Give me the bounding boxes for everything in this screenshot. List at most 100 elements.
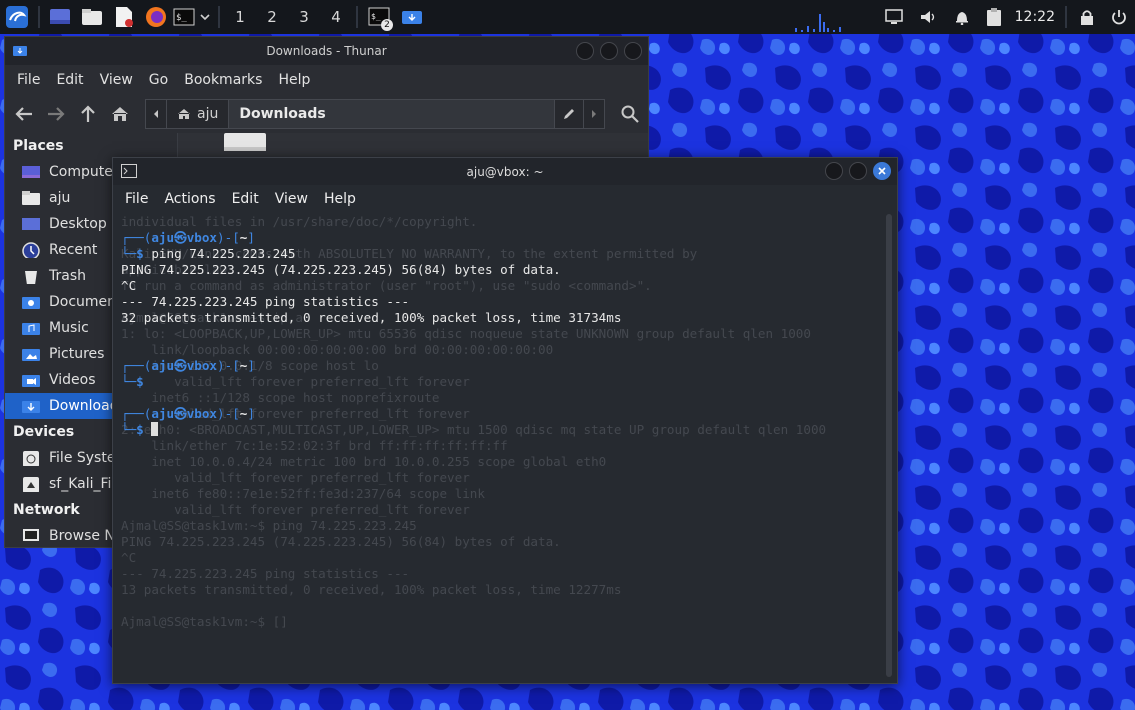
path-scroll-right[interactable]: [584, 100, 604, 128]
menu-bookmarks[interactable]: Bookmarks: [184, 72, 262, 88]
ghost-line: ^C: [121, 550, 137, 565]
terminal-icon: [121, 164, 137, 178]
menu-actions[interactable]: Actions: [164, 191, 215, 207]
terminal-launcher-dropdown[interactable]: [196, 0, 214, 34]
downloads-folder-icon: [13, 46, 27, 56]
logout-button[interactable]: [1103, 0, 1135, 34]
firefox-icon: [146, 7, 166, 27]
output-line: ^C: [121, 278, 137, 293]
up-button[interactable]: [75, 99, 101, 129]
output-line: --- 74.225.223.245 ping statistics ---: [121, 294, 410, 309]
terminal-titlebar[interactable]: aju@vbox: ~: [113, 158, 897, 185]
prompt-user: aju: [151, 406, 175, 421]
terminal-menubar: File Actions Edit View Help: [113, 185, 897, 213]
path-segment-home[interactable]: aju: [167, 100, 230, 128]
file-manager-launcher[interactable]: [76, 0, 108, 34]
volume-button[interactable]: [911, 0, 945, 34]
menu-view[interactable]: View: [100, 72, 133, 88]
desktop-icon: [22, 218, 40, 230]
edit-location-button[interactable]: [554, 100, 584, 128]
path-segment-label: Downloads: [239, 106, 326, 122]
workspace-3[interactable]: 3: [288, 0, 320, 34]
clipboard-button[interactable]: [979, 0, 1009, 34]
ghost-line: PING 74.225.223.245 (74.225.223.245) 56(…: [121, 534, 561, 549]
menu-edit[interactable]: Edit: [56, 72, 83, 88]
files-icon: [82, 9, 102, 25]
kali-dragon-icon: [6, 6, 28, 28]
menu-go[interactable]: Go: [149, 72, 168, 88]
show-desktop-button[interactable]: [44, 0, 76, 34]
home-icon: [112, 107, 128, 121]
display-settings-button[interactable]: [877, 0, 911, 34]
minimize-button[interactable]: [576, 42, 594, 60]
text-editor-launcher[interactable]: [108, 0, 140, 34]
notifications-button[interactable]: [945, 0, 979, 34]
lock-screen-button[interactable]: [1071, 0, 1103, 34]
firefox-launcher[interactable]: [140, 0, 172, 34]
menu-help[interactable]: Help: [324, 191, 356, 207]
thunar-titlebar[interactable]: Downloads - Thunar: [5, 37, 648, 65]
path-scroll-left[interactable]: [146, 100, 167, 128]
menu-view[interactable]: View: [275, 191, 308, 207]
workspace-4[interactable]: 4: [320, 0, 352, 34]
file-item-icon[interactable]: [224, 133, 266, 153]
prompt-host: vbox: [186, 230, 218, 245]
desktop-icon: [50, 9, 70, 24]
clipboard-icon: [986, 8, 1001, 26]
close-button[interactable]: [624, 42, 642, 60]
minimize-button[interactable]: [825, 162, 843, 180]
close-button[interactable]: [873, 162, 891, 180]
maximize-button[interactable]: [849, 162, 867, 180]
close-icon: [878, 167, 886, 175]
sidebar-item-label: Pictures: [49, 346, 105, 362]
taskbar-thunar[interactable]: [396, 0, 428, 34]
ghost-line: [121, 598, 826, 614]
forward-button[interactable]: [43, 99, 69, 129]
workspace-1[interactable]: 1: [224, 0, 256, 34]
panel-separator: [38, 6, 40, 28]
speaker-icon: [920, 11, 934, 23]
prompt-host: vbox: [186, 358, 218, 373]
sidebar-item-label: Computer: [49, 164, 119, 180]
power-icon: [1112, 10, 1126, 25]
maximize-button[interactable]: [600, 42, 618, 60]
clock[interactable]: 12:22: [1015, 9, 1055, 25]
trash-icon: [25, 271, 37, 284]
search-button[interactable]: [617, 99, 643, 129]
cpu-graph-icon: [795, 14, 841, 32]
prompt-host: vbox: [186, 406, 218, 421]
terminal-output[interactable]: individual files in /usr/share/doc/*/cop…: [113, 214, 897, 683]
panel-spacer: [428, 0, 877, 34]
menu-help[interactable]: Help: [278, 72, 310, 88]
sidebar-item-label: Recent: [49, 242, 98, 258]
recent-icon: [22, 242, 40, 258]
kali-menu-button[interactable]: [0, 0, 34, 34]
bell-icon: [955, 12, 968, 25]
taskbar-terminal-group[interactable]: $_ 2: [362, 0, 396, 34]
terminal-launcher[interactable]: $_: [172, 0, 196, 34]
videos-folder-icon: [22, 375, 40, 387]
arrow-left-icon: [15, 107, 32, 121]
ghost-line: inet 10.0.0.4/24 metric 100 brd 10.0.0.2…: [121, 454, 607, 469]
text-cursor: [151, 422, 159, 436]
downloads-folder-icon: [22, 401, 40, 413]
output-line: PING 74.225.223.245 (74.225.223.245) 56(…: [121, 262, 561, 277]
drive-icon: [23, 451, 39, 466]
path-segment-downloads[interactable]: Downloads: [229, 100, 554, 128]
home-folder-icon: [22, 191, 40, 205]
home-button[interactable]: [107, 99, 133, 129]
panel-separator: [1065, 6, 1067, 28]
sidebar-item-label: Desktop: [49, 216, 107, 232]
menu-file[interactable]: File: [17, 72, 40, 88]
chevron-left-icon: [154, 110, 158, 118]
back-button[interactable]: [11, 99, 37, 129]
lock-icon: [1081, 10, 1093, 25]
terminal-scrollbar[interactable]: [886, 214, 892, 677]
workspace-2[interactable]: 2: [256, 0, 288, 34]
menu-edit[interactable]: Edit: [232, 191, 259, 207]
pencil-icon: [564, 109, 574, 119]
arrow-right-icon: [48, 107, 65, 121]
menu-file[interactable]: File: [125, 191, 148, 207]
places-heading: Places: [13, 138, 64, 154]
sidebar-item-label: aju: [49, 190, 71, 206]
